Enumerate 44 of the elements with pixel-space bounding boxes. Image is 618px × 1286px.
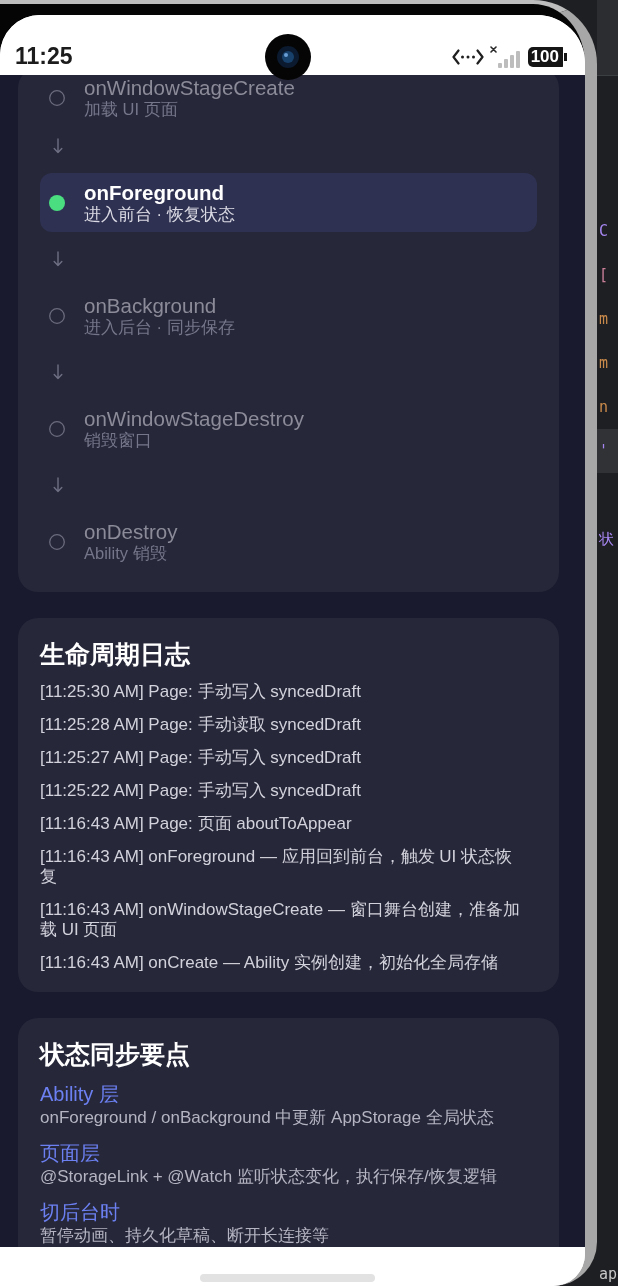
log-entry: [11:25:22 AM] Page: 手动写入 syncedDraft <box>40 781 362 801</box>
step-title: onBackground <box>84 294 217 317</box>
section-heading: Ability 层 <box>40 1082 119 1107</box>
code-text: [ <box>599 266 609 284</box>
data-transfer-icon <box>451 48 484 65</box>
log-entry: [11:16:43 AM] onForeground — 应用回到前台，触发 UI 状态恢复 <box>40 847 514 887</box>
signal-bars-icon <box>489 45 522 68</box>
home-indicator[interactable] <box>200 1274 375 1282</box>
section-heading: 切后台时 <box>40 1200 120 1225</box>
step-title: onForeground <box>84 181 225 204</box>
code-text: 状 <box>599 530 614 548</box>
code-text: C <box>599 222 609 240</box>
log-entry: [11:16:43 AM] Page: 页面 aboutToAppear <box>40 814 353 834</box>
step-description: 进入前台 · 恢复状态 <box>84 204 235 224</box>
section-detail: 暂停动画、持久化草稿、断开长连接等 <box>40 1225 329 1247</box>
section-detail: @StorageLink + @Watch 监听状态变化，执行保存/恢复逻辑 <box>40 1166 497 1188</box>
battery-indicator: 100 <box>527 46 567 67</box>
step-description: Ability 销毁 <box>84 543 167 563</box>
camera-hole-icon <box>265 34 311 80</box>
step-title: onWindowStageCreate <box>84 76 295 99</box>
code-text: n <box>599 398 609 416</box>
step-description: 销毁窗口 <box>84 431 152 450</box>
log-entry: [11:25:27 AM] Page: 手动写入 syncedDraft <box>40 748 362 768</box>
log-entry: [11:25:28 AM] Page: 手动读取 syncedDraft <box>40 715 362 735</box>
clock-time: 11:25 <box>15 43 73 70</box>
step-title: onDestroy <box>84 520 178 543</box>
log-entry: [11:16:43 AM] onCreate — Ability 实例创建，初始化全局存储 <box>40 953 499 973</box>
step-description: 加载 UI 页面 <box>84 99 178 119</box>
down-arrow-icon <box>53 138 63 154</box>
card-title: 状态同步要点 <box>40 1040 191 1068</box>
down-arrow-icon <box>53 364 63 380</box>
down-arrow-icon <box>53 251 63 267</box>
section-detail: onForeground / onBackground 中更新 AppStorage 全局状态 <box>40 1107 494 1129</box>
code-text: ' <box>599 442 609 460</box>
card-title: 生命周期日志 <box>40 640 191 668</box>
down-arrow-icon <box>53 477 63 493</box>
code-text: m <box>599 354 609 372</box>
step-title: onWindowStageDestroy <box>84 407 304 430</box>
section-heading: 页面层 <box>40 1141 100 1166</box>
log-entry: [11:16:43 AM] onWindowStageCreate — 窗口舞台创建，准备加载 UI 页面 <box>40 900 521 940</box>
log-entry: [11:25:30 AM] Page: 手动写入 syncedDraft <box>40 682 362 702</box>
step-description: 进入后台 · 同步保存 <box>84 317 235 337</box>
code-text: m <box>599 310 609 328</box>
code-text: ap <box>599 1265 618 1283</box>
